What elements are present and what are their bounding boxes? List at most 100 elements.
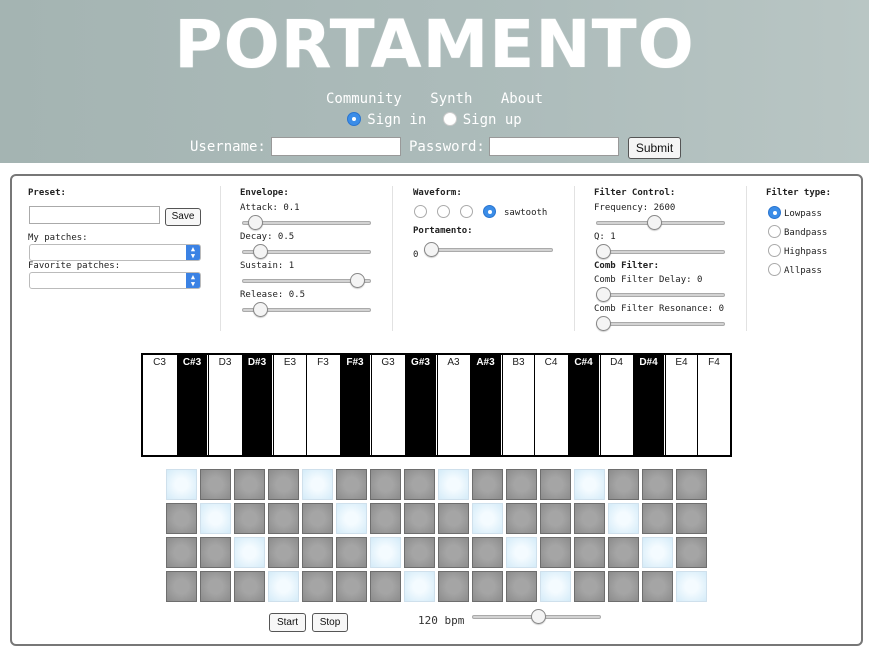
save-button[interactable]: Save [165,208,201,226]
slider-thumb[interactable] [531,609,546,624]
sequencer-pad[interactable] [336,571,367,602]
sequencer-pad[interactable] [472,469,503,500]
sequencer-pad[interactable] [166,503,197,534]
sequencer-pad[interactable] [676,571,707,602]
sequencer-pad[interactable] [676,469,707,500]
sequencer-pad[interactable] [336,503,367,534]
piano-key-csharp3[interactable]: C#3 [177,355,207,455]
submit-button[interactable]: Submit [628,137,681,159]
lowpass-radio[interactable] [768,206,781,219]
sequencer-pad[interactable] [336,469,367,500]
highpass-radio[interactable] [768,244,781,257]
sequencer-pad[interactable] [574,571,605,602]
sequencer-pad[interactable] [608,469,639,500]
piano-key-g3[interactable]: G3 [371,355,404,455]
sequencer-pad[interactable] [506,537,537,568]
sequencer-pad[interactable] [438,571,469,602]
bandpass-radio[interactable] [768,225,781,238]
portamento-slider[interactable] [424,242,553,257]
preset-name-input[interactable] [29,206,160,224]
sequencer-pad[interactable] [166,571,197,602]
sequencer-pad[interactable] [404,469,435,500]
sequencer-pad[interactable] [268,469,299,500]
sequencer-pad[interactable] [472,537,503,568]
comb-delay-slider[interactable] [596,287,725,302]
sequencer-pad[interactable] [540,571,571,602]
waveform-triangle-radio[interactable] [460,205,473,218]
favorite-patches-select[interactable]: ▲ ▼ [29,272,201,289]
bpm-slider[interactable] [472,609,601,624]
piano-key-f4[interactable]: F4 [697,355,730,455]
slider-thumb[interactable] [647,215,662,230]
sequencer-pad[interactable] [608,537,639,568]
decay-slider[interactable] [242,244,371,259]
nav-about[interactable]: About [501,91,543,107]
piano-key-e3[interactable]: E3 [273,355,306,455]
allpass-radio[interactable] [768,263,781,276]
sequencer-pad[interactable] [234,469,265,500]
nav-community[interactable]: Community [326,91,402,107]
sequencer-pad[interactable] [472,503,503,534]
sequencer-pad[interactable] [506,469,537,500]
password-input[interactable] [489,137,619,156]
waveform-sine-radio[interactable] [414,205,427,218]
sequencer-pad[interactable] [200,503,231,534]
sequencer-pad[interactable] [370,571,401,602]
sequencer-pad[interactable] [302,503,333,534]
sequencer-pad[interactable] [642,503,673,534]
slider-thumb[interactable] [350,273,365,288]
sequencer-pad[interactable] [302,537,333,568]
sequencer-pad[interactable] [234,537,265,568]
piano-key-d4[interactable]: D4 [600,355,632,455]
my-patches-select[interactable]: ▲ ▼ [29,244,201,261]
sequencer-pad[interactable] [506,571,537,602]
piano-key-fsharp3[interactable]: F#3 [340,355,370,455]
nav-synth[interactable]: Synth [430,91,472,107]
piano-key-d3[interactable]: D3 [208,355,241,455]
frequency-slider[interactable] [596,215,725,230]
sequencer-pad[interactable] [268,537,299,568]
piano-key-e4[interactable]: E4 [665,355,697,455]
stop-button[interactable]: Stop [312,613,348,632]
sequencer-pad[interactable] [608,571,639,602]
sequencer-pad[interactable] [574,469,605,500]
piano-key-b3[interactable]: B3 [502,355,534,455]
sequencer-pad[interactable] [166,537,197,568]
piano-key-c3[interactable]: C3 [143,355,176,455]
sequencer-pad[interactable] [370,537,401,568]
sequencer-pad[interactable] [404,537,435,568]
sequencer-pad[interactable] [574,503,605,534]
waveform-square-radio[interactable] [437,205,450,218]
piano-key-csharp4[interactable]: C#4 [568,355,599,455]
sequencer-pad[interactable] [336,537,367,568]
sequencer-pad[interactable] [302,571,333,602]
sign-in-radio[interactable] [347,112,362,126]
sequencer-pad[interactable] [370,469,401,500]
comb-resonance-slider[interactable] [596,316,725,331]
sequencer-pad[interactable] [676,503,707,534]
sequencer-pad[interactable] [200,571,231,602]
sustain-slider[interactable] [242,273,371,288]
sequencer-pad[interactable] [302,469,333,500]
piano-key-a3[interactable]: A3 [437,355,469,455]
waveform-sawtooth-radio[interactable] [483,205,496,218]
sequencer-pad[interactable] [166,469,197,500]
sequencer-pad[interactable] [404,503,435,534]
sequencer-pad[interactable] [200,537,231,568]
piano-key-gsharp3[interactable]: G#3 [405,355,436,455]
slider-thumb[interactable] [596,287,611,302]
sequencer-pad[interactable] [642,571,673,602]
sign-up-radio[interactable] [442,112,457,126]
username-input[interactable] [271,137,401,156]
sequencer-pad[interactable] [234,571,265,602]
sequencer-pad[interactable] [472,571,503,602]
piano-key-dsharp3[interactable]: D#3 [242,355,272,455]
sequencer-pad[interactable] [438,503,469,534]
sequencer-pad[interactable] [676,537,707,568]
sequencer-pad[interactable] [438,469,469,500]
slider-thumb[interactable] [596,316,611,331]
sequencer-pad[interactable] [370,503,401,534]
slider-thumb[interactable] [253,302,268,317]
sequencer-pad[interactable] [200,469,231,500]
sequencer-pad[interactable] [268,503,299,534]
